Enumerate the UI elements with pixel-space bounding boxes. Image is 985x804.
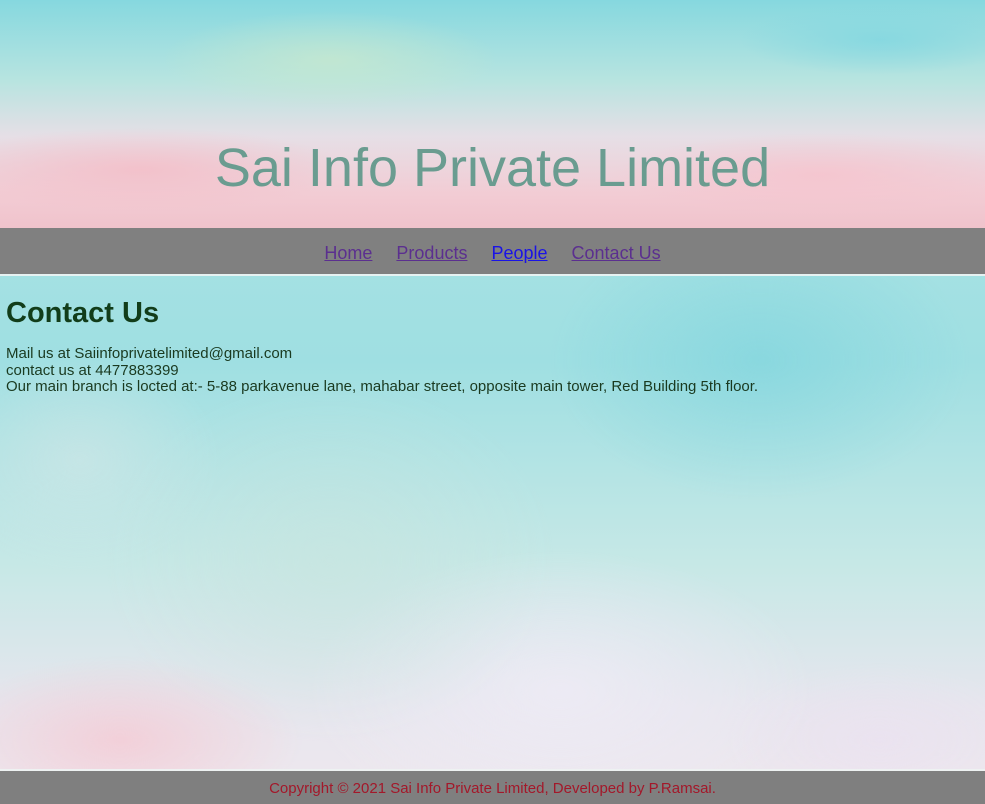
email-line: Mail us at Saiinfoprivatelimited@gmail.c…	[6, 345, 293, 362]
site-title: Sai Info Private Limited	[214, 138, 771, 198]
hero-banner: Sai Info Private Limited	[0, 0, 985, 228]
nav-link-people[interactable]: People	[491, 243, 547, 264]
address-line: Our main branch is locted at:- 5-88 park…	[6, 378, 759, 395]
page-heading: Contact Us	[6, 297, 160, 329]
phone-line: contact us at 4477883399	[6, 361, 179, 379]
footer: Copyright © 2021 Sai Info Private Limite…	[0, 769, 985, 804]
nav-link-contact-us[interactable]: Contact Us	[572, 243, 661, 264]
nav-link-home[interactable]: Home	[324, 243, 372, 264]
main-content: Contact Us Mail us at Saiinfoprivatelimi…	[6, 296, 966, 396]
nav-bar: Home Products People Contact Us	[0, 228, 985, 276]
nav-link-products[interactable]: Products	[396, 243, 467, 264]
copyright-text: Copyright © 2021 Sai Info Private Limite…	[269, 780, 716, 797]
